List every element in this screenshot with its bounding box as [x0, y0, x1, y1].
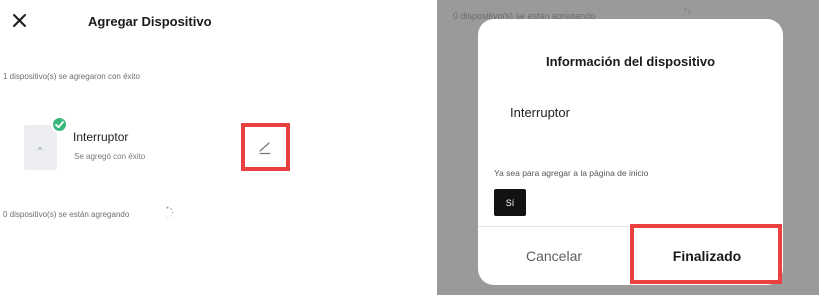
- device-image: [24, 125, 57, 170]
- device-name: Interruptor: [73, 130, 129, 144]
- close-icon[interactable]: [9, 10, 31, 32]
- device-status: Se agregó con éxito: [74, 152, 146, 161]
- loading-spinner-icon: [684, 8, 691, 15]
- loading-spinner-icon: [163, 206, 174, 218]
- page-title: Agregar Dispositivo: [88, 14, 212, 29]
- check-icon: [51, 116, 68, 133]
- device-name-field[interactable]: Interruptor: [510, 105, 570, 120]
- edit-device-button[interactable]: [241, 123, 290, 171]
- cancel-button[interactable]: Cancelar: [478, 227, 630, 285]
- edit-pencil-icon: [259, 142, 271, 155]
- yes-button[interactable]: Sí: [494, 189, 526, 216]
- add-device-screen: Agregar Dispositivo 1 dispositivo(s) se …: [0, 0, 408, 295]
- add-to-home-question: Ya sea para agregar a la página de inici…: [494, 168, 649, 178]
- adding-status-message: 0 dispositivo(s) se están agregando: [3, 210, 130, 219]
- device-info-dialog: Información del dispositivo Interruptor …: [478, 19, 783, 285]
- finish-button[interactable]: Finalizado: [631, 227, 783, 285]
- dialog-title: Información del dispositivo: [545, 54, 716, 69]
- success-message: 1 dispositivo(s) se agregaron con éxito: [3, 72, 140, 81]
- device-info-screen: 0 dispositivo(s) se están agregando Info…: [437, 0, 819, 295]
